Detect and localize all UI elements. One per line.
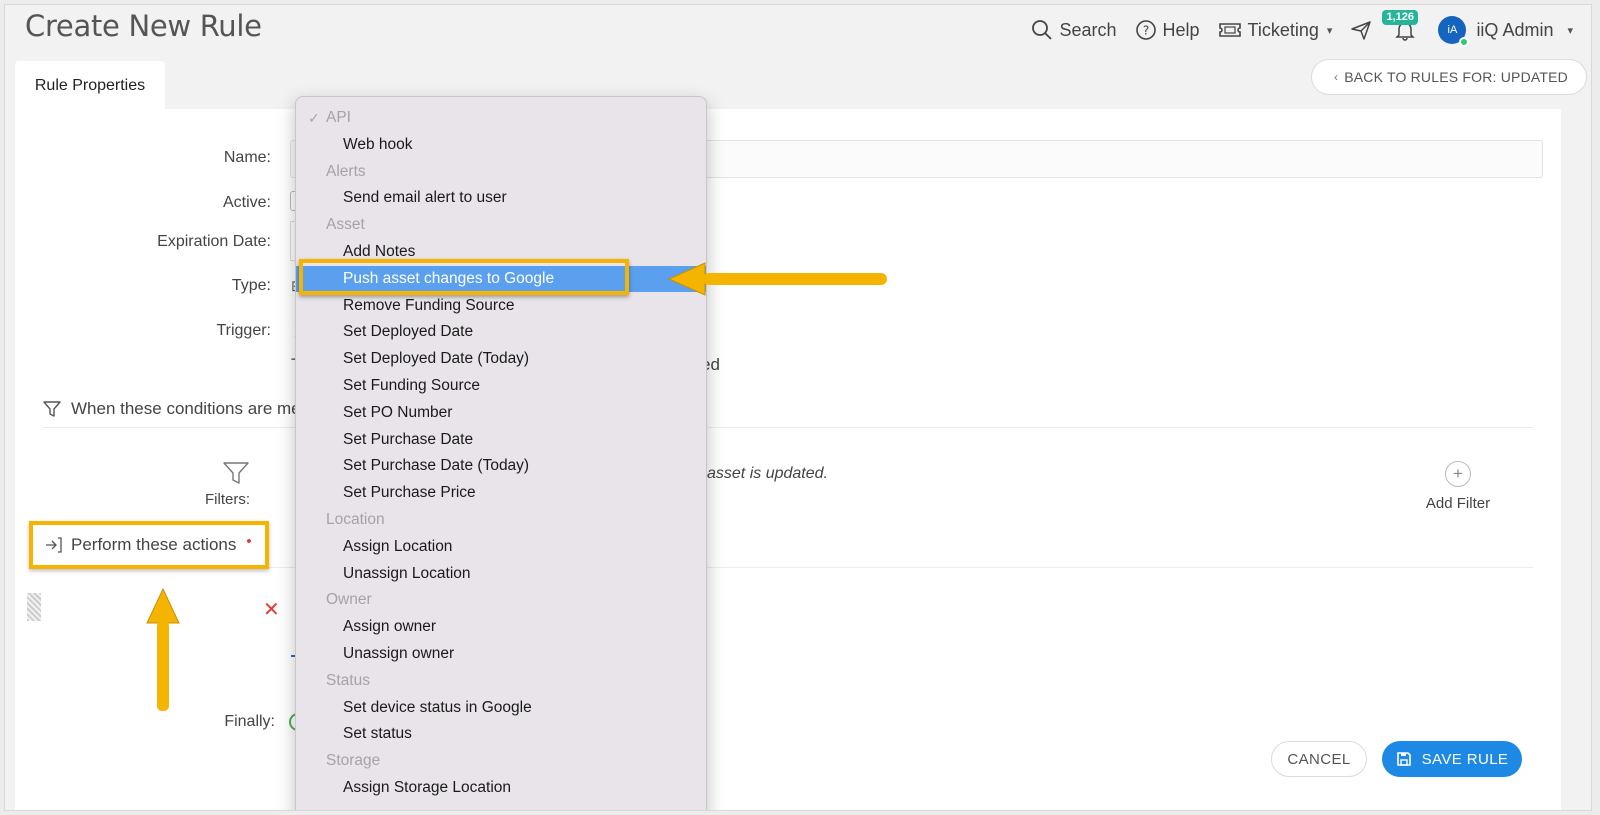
conditions-heading-text: When these conditions are me <box>71 399 301 418</box>
conditions-heading: When these conditions are me <box>43 399 301 419</box>
annotation-arrow-up <box>146 587 180 711</box>
menu-item[interactable]: Set device status in Google <box>296 695 706 721</box>
menu-group-label: Asset <box>296 212 706 238</box>
menu-item[interactable]: Web hook <box>296 132 706 158</box>
help-label: Help <box>1162 19 1200 40</box>
menu-item[interactable]: Set status <box>296 721 706 747</box>
menu-item[interactable]: Remove Funding Source <box>296 293 706 319</box>
menu-item[interactable]: Set Deployed Date <box>296 319 706 345</box>
menu-group-text: Location <box>326 511 385 528</box>
finally-label: Finally: <box>224 713 275 730</box>
page-title: Create New Rule <box>25 9 262 43</box>
menu-group-label: Storage <box>296 748 706 774</box>
sign-in-icon <box>46 537 62 553</box>
perform-actions-label: Perform these actions <box>71 535 237 554</box>
save-rule-button[interactable]: SAVE RULE <box>1382 741 1522 777</box>
menu-item[interactable]: Send email alert to user <box>296 185 706 211</box>
ticket-icon <box>1218 23 1241 37</box>
filter-icon <box>223 462 249 484</box>
menu-item[interactable]: Assign Location <box>296 534 706 560</box>
checkmark-icon: ✓ <box>308 110 320 126</box>
search-nav[interactable]: Search <box>1031 19 1117 41</box>
avatar: iA <box>1438 16 1470 47</box>
back-button-label: BACK TO RULES FOR: UPDATED <box>1344 69 1568 85</box>
notifications-nav[interactable]: 1,126 <box>1382 10 1418 41</box>
rule-form-panel: Name: Active: Expiration Date: Type: ⊞ T… <box>15 109 1561 810</box>
svg-text:?: ? <box>1142 24 1148 38</box>
ticketing-nav[interactable]: Ticketing ▾ <box>1218 19 1333 41</box>
menu-item[interactable]: Set Purchase Date <box>296 427 706 453</box>
menu-group-text: Status <box>326 671 370 689</box>
menu-group-text: Owner <box>326 591 372 609</box>
search-label: Search <box>1059 19 1117 40</box>
filter-summary-text: asset is updated. <box>707 465 828 482</box>
paper-plane-icon <box>1351 21 1372 40</box>
type-label: Type: <box>231 277 271 294</box>
menu-group-text: Alerts <box>326 162 366 180</box>
menu-group-label: Status <box>296 668 706 694</box>
chevron-down-icon: ▾ <box>1326 24 1333 37</box>
menu-group-label: Alerts <box>296 159 706 185</box>
send-nav[interactable] <box>1350 19 1372 41</box>
user-menu[interactable]: iA iiQ Admin ▾ <box>1438 16 1573 47</box>
plus-icon: + <box>1445 461 1471 487</box>
avatar-initials: iA <box>1447 24 1458 36</box>
add-filter-button[interactable]: + Add Filter <box>1413 461 1503 512</box>
back-to-rules-button[interactable]: ‹ BACK TO RULES FOR: UPDATED <box>1310 59 1587 95</box>
menu-item[interactable]: Set Purchase Price <box>296 480 706 506</box>
name-label: Name: <box>223 149 271 166</box>
menu-item[interactable]: Assign owner <box>296 614 706 640</box>
notification-badge: 1,126 <box>1382 10 1418 25</box>
menu-item[interactable]: Set Purchase Date (Today) <box>296 453 706 479</box>
save-icon <box>1396 752 1411 766</box>
menu-group-label: Owner <box>296 587 706 613</box>
delete-action-icon[interactable]: ✕ <box>263 597 280 622</box>
top-navigation: Search ? Help Ticketing ▾ 1,126 iA iiQ A… <box>1013 10 1573 47</box>
trigger-label: Trigger: <box>216 322 271 339</box>
active-label: Active: <box>222 194 271 211</box>
menu-group-text: Storage <box>326 752 381 770</box>
user-name: iiQ Admin <box>1476 19 1554 40</box>
filter-icon <box>43 401 61 417</box>
menu-item[interactable]: Unassign owner <box>296 641 706 667</box>
add-filter-label: Add Filter <box>1425 495 1491 512</box>
menu-group-text: API <box>326 109 351 126</box>
menu-item[interactable]: Unassign Location <box>296 561 706 587</box>
online-status-dot <box>1459 37 1470 47</box>
menu-item[interactable]: Assign Storage Location <box>296 775 706 801</box>
menu-group-label: ✓ API <box>296 105 706 131</box>
cancel-button[interactable]: CANCEL <box>1271 741 1367 777</box>
drag-handle[interactable] <box>27 593 41 621</box>
menu-group-label: Location <box>296 507 706 533</box>
menu-item[interactable]: Set PO Number <box>296 400 706 426</box>
action-type-dropdown[interactable]: ✓ API Web hook Alerts Send email alert to us… <box>295 96 707 810</box>
chevron-down-icon: ▾ <box>1567 24 1573 37</box>
annotation-arrow-left <box>667 262 887 296</box>
search-icon <box>1032 20 1053 40</box>
menu-item[interactable]: Set Deployed Date (Today) <box>296 346 706 372</box>
required-marker: • <box>246 532 252 550</box>
help-icon: ? <box>1135 20 1156 40</box>
tab-rule-properties[interactable]: Rule Properties <box>15 61 165 111</box>
menu-group-text: Asset <box>326 216 365 234</box>
expiration-label: Expiration Date: <box>157 233 271 250</box>
help-nav[interactable]: ? Help <box>1135 19 1200 41</box>
perform-actions-heading: Perform these actions • <box>29 521 269 569</box>
filters-label: Filters: <box>205 491 250 508</box>
chevron-left-icon: ‹ <box>1333 70 1339 84</box>
app-frame: Create New Rule Search ? Help Ticketing … <box>4 4 1592 811</box>
selection-highlight-annotation <box>299 259 629 295</box>
ticketing-label: Ticketing <box>1247 19 1319 40</box>
save-rule-label: SAVE RULE <box>1421 750 1509 768</box>
divider <box>43 427 1533 428</box>
menu-item[interactable]: Set Funding Source <box>296 373 706 399</box>
